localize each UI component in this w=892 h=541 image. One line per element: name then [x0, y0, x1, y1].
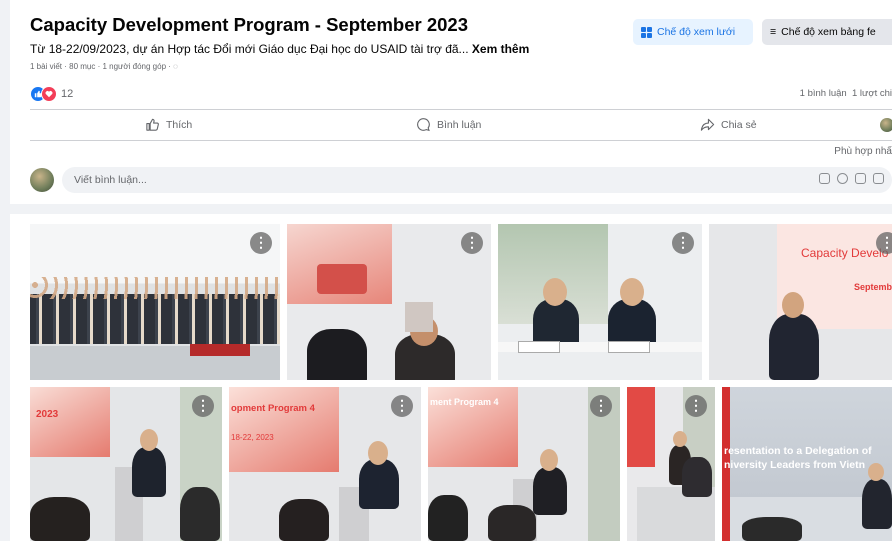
more-icon[interactable]: ⋮: [391, 395, 413, 417]
viewer-avatar-small[interactable]: [880, 118, 892, 132]
like-label: Thích: [166, 118, 193, 131]
comment-placeholder: Viết bình luận...: [74, 174, 147, 186]
slide-line: niversity Leaders from Vietn: [724, 459, 866, 471]
photo-thumbnail[interactable]: ment Program 4 ⋮: [428, 387, 620, 541]
thumbs-up-icon: [146, 118, 159, 131]
menu-icon: ≡: [770, 26, 777, 38]
share-icon: [700, 118, 715, 131]
divider: [30, 109, 892, 110]
more-icon[interactable]: ⋮: [461, 232, 483, 254]
camera-icon[interactable]: [855, 173, 866, 184]
more-icon[interactable]: ⋮: [685, 395, 707, 417]
section-gap: [10, 204, 892, 214]
post-description: Từ 18-22/09/2023, dự án Hợp tác Đổi mới …: [30, 42, 529, 56]
slide-subtitle: Septemb: [854, 282, 892, 292]
love-icon: [41, 86, 57, 102]
feed-view-button[interactable]: ≡ Chế độ xem bảng fe: [762, 19, 892, 45]
comment-icon: [417, 118, 430, 132]
shares-stat[interactable]: 1 lượt chi: [852, 88, 892, 99]
meta-text: 1 bài viết · 80 mục · 1 người đóng góp ·: [30, 62, 174, 71]
globe-icon: ◌: [173, 62, 178, 71]
comment-label: Bình luận: [437, 118, 482, 131]
share-label: Chia sẻ: [721, 118, 757, 131]
emoji-icon[interactable]: [837, 173, 848, 184]
reaction-count: 12: [61, 88, 74, 100]
grid-icon: [641, 26, 652, 38]
more-icon[interactable]: ⋮: [876, 232, 892, 254]
slide-subtitle: 18-22, 2023: [231, 433, 274, 442]
more-icon[interactable]: ⋮: [250, 232, 272, 254]
grid-view-button[interactable]: Chế độ xem lưới: [633, 19, 753, 45]
sort-relevance-dropdown[interactable]: Phù hợp nhấ: [834, 146, 892, 157]
comment-input[interactable]: Viết bình luận...: [62, 167, 892, 193]
slide-banner: ment Program 4: [430, 397, 499, 407]
comment-button[interactable]: Bình luận: [416, 117, 481, 132]
photo-thumbnail[interactable]: ⋮: [627, 387, 715, 541]
grid-view-label: Chế độ xem lưới: [657, 26, 736, 38]
photo-thumbnail[interactable]: opment Program 4 18-22, 2023 ⋮: [229, 387, 421, 541]
reactions-summary[interactable]: 12: [30, 86, 73, 102]
more-icon[interactable]: ⋮: [590, 395, 612, 417]
photo-thumbnail[interactable]: resentation to a Delegation of niversity…: [722, 387, 892, 541]
comment-tools: [819, 173, 884, 184]
share-button[interactable]: Chia sẻ: [700, 117, 757, 132]
post-title: Capacity Development Program - September…: [30, 14, 468, 35]
post-stats: 1 bình luận 1 lượt chi: [800, 88, 892, 99]
slide-banner: opment Program 4: [231, 403, 315, 414]
photo-thumbnail[interactable]: ⋮: [498, 224, 702, 380]
slide-line: resentation to a Delegation of: [724, 445, 872, 457]
gif-icon[interactable]: [873, 173, 884, 184]
see-more-link[interactable]: Xem thêm: [472, 42, 529, 56]
comments-stat[interactable]: 1 bình luận: [800, 88, 847, 99]
more-icon[interactable]: ⋮: [192, 395, 214, 417]
slide-title: Capacity Develo: [801, 246, 889, 260]
photo-thumbnail[interactable]: Capacity Develo Septemb ⋮: [709, 224, 892, 380]
avatar[interactable]: [30, 168, 54, 192]
divider: [30, 140, 892, 141]
post-card: Capacity Development Program - September…: [10, 0, 892, 215]
slide-banner: 2023: [36, 409, 59, 420]
left-gutter: [0, 0, 10, 541]
post-meta: 1 bài viết · 80 mục · 1 người đóng góp ·…: [30, 62, 178, 71]
photo-thumbnail[interactable]: ⋮: [287, 224, 491, 380]
like-button[interactable]: Thích: [145, 117, 192, 132]
feed-view-label: Chế độ xem bảng fe: [781, 26, 876, 38]
photo-thumbnail[interactable]: 2023 ⋮: [30, 387, 222, 541]
photo-thumbnail[interactable]: ⋮: [30, 224, 280, 380]
table-decor: [190, 344, 250, 356]
more-icon[interactable]: ⋮: [672, 232, 694, 254]
avatar-sticker-icon[interactable]: [819, 173, 830, 184]
description-text: Từ 18-22/09/2023, dự án Hợp tác Đổi mới …: [30, 42, 469, 56]
